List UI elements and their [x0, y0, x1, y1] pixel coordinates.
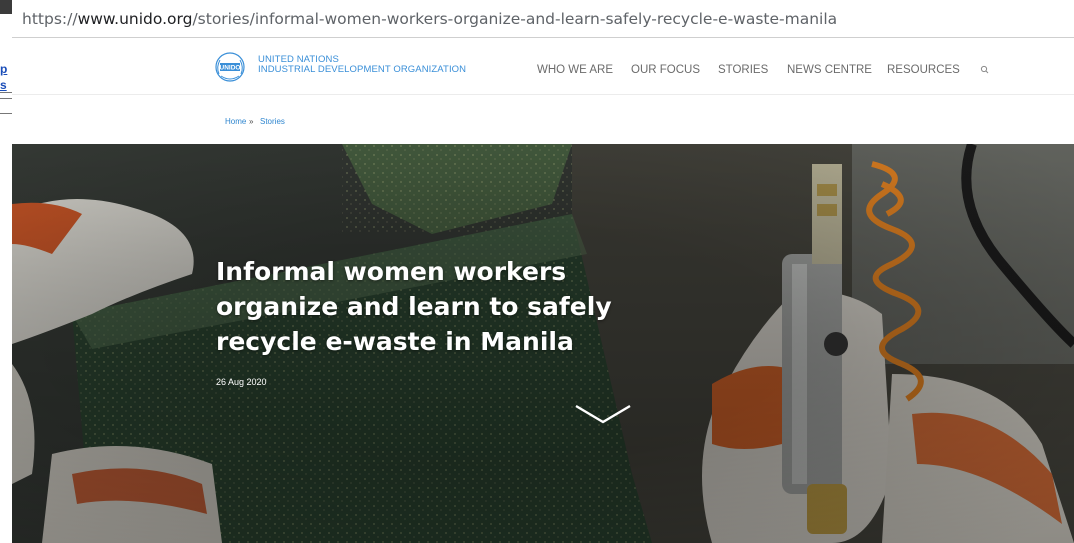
- breadcrumb: Home » Stories: [12, 95, 1074, 144]
- chevron-down-icon[interactable]: [574, 402, 632, 428]
- story-date: 26 Aug 2020: [216, 377, 267, 387]
- search-icon[interactable]: [978, 63, 992, 77]
- url-path: /stories/informal-women-workers-organize…: [192, 9, 838, 28]
- url-host: www.unido.org: [77, 9, 193, 28]
- url-tooltip: https://www.unido.org/stories/informal-w…: [12, 0, 1074, 38]
- nav-stories[interactable]: STORIES: [718, 64, 768, 76]
- divider: [0, 98, 12, 99]
- nav-resources[interactable]: RESOURCES: [887, 64, 960, 76]
- nav-news-centre[interactable]: NEWS CENTRE: [787, 64, 872, 76]
- background-link[interactable]: p: [0, 63, 7, 75]
- nav-our-focus[interactable]: OUR FOCUS: [631, 64, 700, 76]
- unido-logo-icon[interactable]: UNIDO: [215, 52, 245, 82]
- divider: [0, 113, 12, 114]
- story-title: Informal women workers organize and lear…: [216, 257, 612, 356]
- logo-mark-text: UNIDO: [220, 65, 241, 72]
- hero-banner: Informal women workers organize and lear…: [12, 144, 1074, 543]
- background-link[interactable]: s: [0, 79, 7, 91]
- url-prefix: https://: [22, 9, 78, 28]
- org-name-line-2: Industrial Development Organization: [258, 64, 467, 75]
- breadcrumb-separator: »: [249, 117, 254, 126]
- divider: [0, 92, 12, 93]
- nav-who-we-are[interactable]: WHO WE ARE: [537, 64, 613, 76]
- org-name[interactable]: United Nations Industrial Development Or…: [258, 55, 466, 75]
- site-header: UNIDO United Nations Industrial Developm…: [12, 38, 1074, 95]
- breadcrumb-home[interactable]: Home: [225, 117, 246, 126]
- background-window-titlebar: [0, 0, 12, 14]
- breadcrumb-stories[interactable]: Stories: [260, 117, 285, 126]
